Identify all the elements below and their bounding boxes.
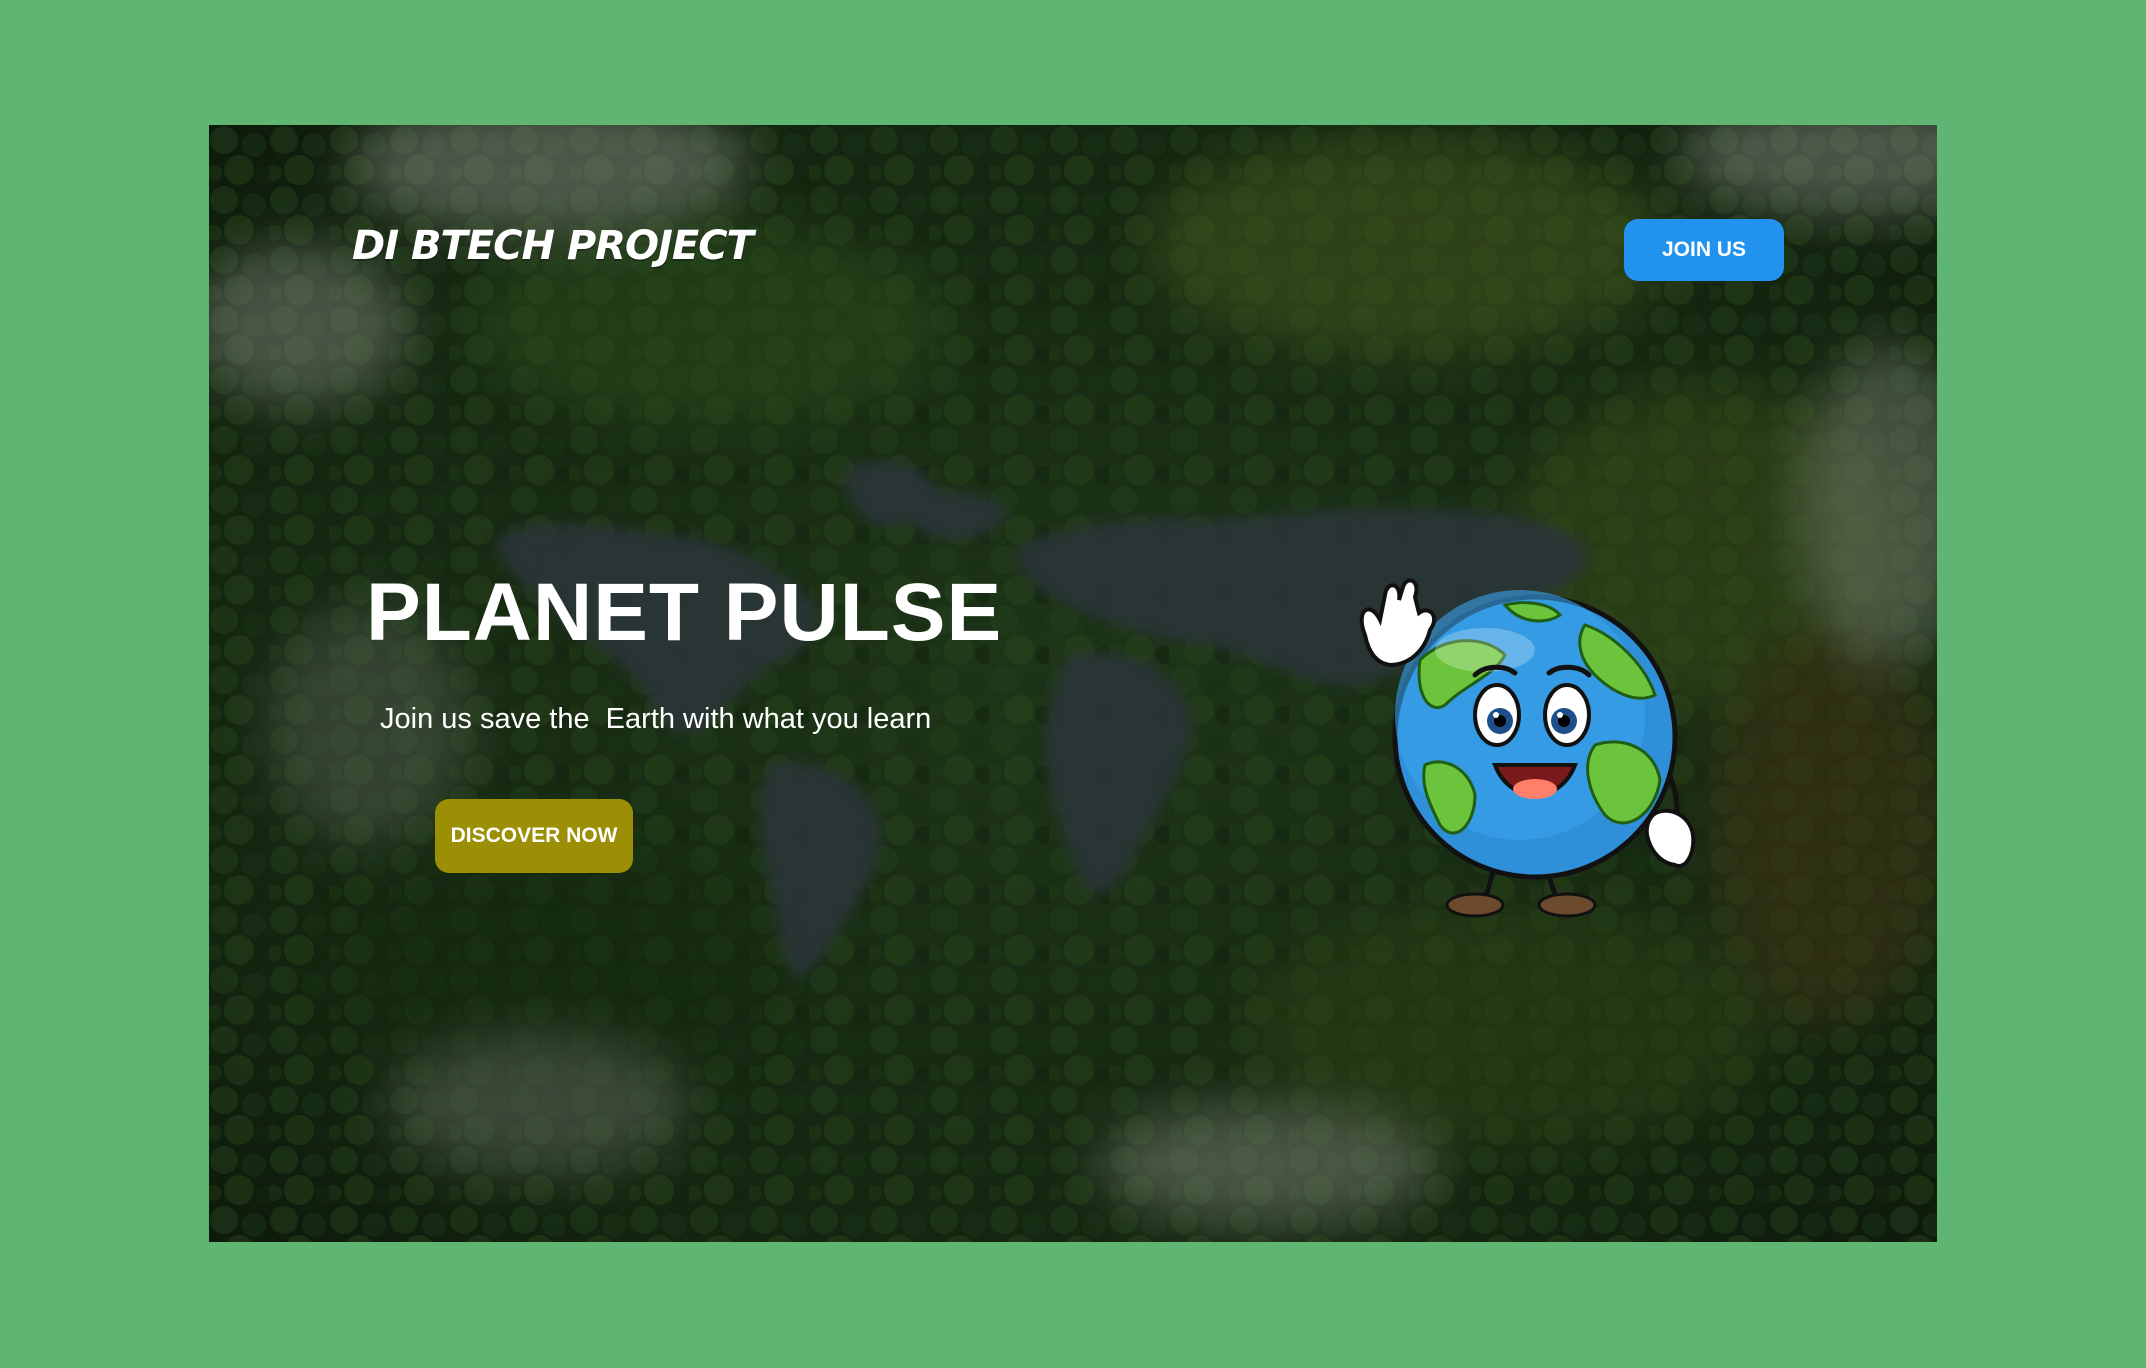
waving-earth-mascot-icon — [1359, 578, 1696, 918]
brand-logo-text[interactable]: DI BTECH PROJECT — [352, 223, 754, 269]
page-background: DI BTECH PROJECT JOIN US PLANET PULSE Jo… — [0, 0, 2146, 1368]
join-us-button[interactable]: JOIN US — [1624, 219, 1784, 281]
hero-section: DI BTECH PROJECT JOIN US PLANET PULSE Jo… — [209, 125, 1937, 1242]
hero-subtitle: Join us save the Earth with what you lea… — [380, 703, 932, 735]
discover-now-button[interactable]: DISCOVER NOW — [435, 799, 633, 873]
hero-title: PLANET PULSE — [366, 567, 1003, 658]
